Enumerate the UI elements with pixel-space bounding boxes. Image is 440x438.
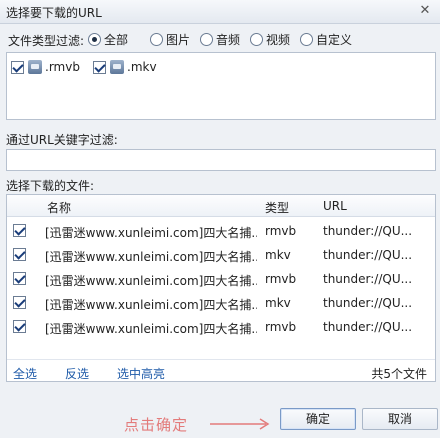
- ok-button[interactable]: 确定: [280, 408, 356, 430]
- row-type: rmvb: [265, 320, 297, 334]
- row-url: thunder://QU...: [323, 248, 413, 262]
- radio-label: 音频: [216, 32, 241, 47]
- filetype-filter: 文件类型过滤: 全部 图片 音频 视频 自定义: [8, 30, 438, 48]
- title-bar: 选择要下载的URL ✕: [0, 0, 440, 24]
- select-all-link[interactable]: 全选: [13, 365, 37, 382]
- window-title: 选择要下载的URL: [6, 6, 102, 20]
- radio-video[interactable]: 视频: [250, 30, 290, 48]
- row-name: [迅雷迷www.xunleimi.com]四大名捕...: [45, 274, 257, 288]
- download-list-label: 选择下载的文件:: [6, 179, 95, 193]
- filetype-label: .mkv: [127, 60, 157, 74]
- filetype-item-mkv[interactable]: .mkv: [93, 59, 157, 75]
- file-count: 共5个文件: [371, 367, 427, 381]
- keyword-filter-input[interactable]: [6, 149, 436, 171]
- row-url: thunder://QU...: [323, 224, 413, 238]
- radio-icon: [150, 32, 163, 46]
- list-header: 名称 类型 URL: [7, 195, 435, 217]
- checkbox-checked-icon[interactable]: [11, 60, 24, 74]
- checkbox-checked-icon[interactable]: [93, 60, 106, 74]
- radio-label: 视频: [266, 32, 291, 47]
- checkbox-checked-icon[interactable]: [13, 320, 26, 333]
- row-name: [迅雷迷www.xunleimi.com]四大名捕...: [45, 250, 257, 264]
- radio-icon: [250, 32, 263, 46]
- filetype-item-rmvb[interactable]: .rmvb: [11, 59, 80, 75]
- radio-label: 全部: [104, 32, 129, 47]
- table-row[interactable]: [迅雷迷www.xunleimi.com]四大名捕... rmvb thunde…: [7, 315, 435, 339]
- row-url: thunder://QU...: [323, 272, 413, 286]
- column-header-url[interactable]: URL: [323, 199, 347, 213]
- select-highlighted-link[interactable]: 选中高亮: [117, 365, 165, 382]
- radio-label: 自定义: [316, 32, 353, 47]
- row-name: [迅雷迷www.xunleimi.com]四大名捕...: [45, 226, 257, 240]
- close-icon[interactable]: ✕: [416, 2, 434, 20]
- radio-all[interactable]: 全部: [88, 30, 128, 48]
- checkbox-checked-icon[interactable]: [13, 296, 26, 309]
- row-url: thunder://QU...: [323, 320, 413, 334]
- filetype-filter-label: 文件类型过滤:: [8, 34, 85, 48]
- radio-icon: [200, 32, 213, 46]
- column-header-name[interactable]: 名称: [47, 199, 71, 216]
- table-row[interactable]: [迅雷迷www.xunleimi.com]四大名捕... mkv thunder…: [7, 291, 435, 315]
- checkbox-checked-icon[interactable]: [13, 248, 26, 261]
- radio-label: 图片: [166, 32, 191, 47]
- row-type: rmvb: [265, 224, 297, 238]
- radio-icon: [88, 32, 101, 46]
- invert-selection-link[interactable]: 反选: [65, 365, 89, 382]
- table-row[interactable]: [迅雷迷www.xunleimi.com]四大名捕... rmvb thunde…: [7, 219, 435, 243]
- radio-audio[interactable]: 音频: [200, 30, 240, 48]
- video-file-icon: [110, 60, 124, 74]
- column-header-type[interactable]: 类型: [265, 199, 289, 216]
- table-row[interactable]: [迅雷迷www.xunleimi.com]四大名捕... rmvb thunde…: [7, 267, 435, 291]
- dialog-footer: 点击确定 确定 取消: [0, 398, 440, 438]
- filetype-label: .rmvb: [45, 60, 80, 74]
- download-list: 名称 类型 URL [迅雷迷www.xunleimi.com]四大名捕... r…: [6, 194, 436, 382]
- row-type: mkv: [265, 296, 291, 310]
- arrow-right-icon: [210, 418, 270, 430]
- table-row[interactable]: [迅雷迷www.xunleimi.com]四大名捕... mkv thunder…: [7, 243, 435, 267]
- cancel-button[interactable]: 取消: [362, 408, 438, 430]
- row-name: [迅雷迷www.xunleimi.com]四大名捕...: [45, 322, 257, 336]
- row-type: mkv: [265, 248, 291, 262]
- row-name: [迅雷迷www.xunleimi.com]四大名捕...: [45, 298, 257, 312]
- checkbox-checked-icon[interactable]: [13, 272, 26, 285]
- keyword-filter-label: 通过URL关键字过滤:: [6, 133, 118, 147]
- list-footer: 全选 反选 选中高亮 共5个文件: [7, 359, 435, 381]
- filetype-list: .rmvb .mkv: [6, 52, 436, 120]
- checkbox-checked-icon[interactable]: [13, 224, 26, 237]
- radio-custom[interactable]: 自定义: [300, 30, 352, 48]
- radio-icon: [300, 32, 313, 46]
- radio-image[interactable]: 图片: [150, 30, 190, 48]
- row-type: rmvb: [265, 272, 297, 286]
- row-url: thunder://QU...: [323, 296, 413, 310]
- click-ok-hint: 点击确定: [124, 416, 189, 434]
- video-file-icon: [28, 60, 42, 74]
